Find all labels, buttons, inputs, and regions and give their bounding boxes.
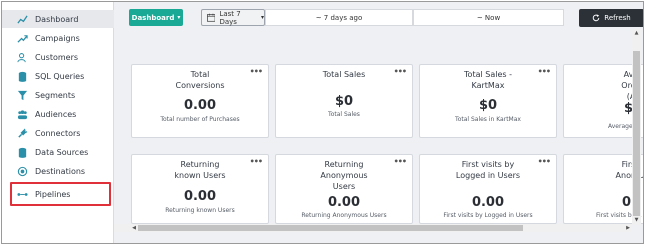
sidebar-item-label: Destinations — [35, 166, 86, 176]
sidebar-item-label: SQL Queries — [35, 71, 85, 81]
card-value: 0.00 — [183, 98, 217, 113]
refresh-icon — [593, 14, 600, 22]
kpi-card-total-sales-kartmax: ••• Total Sales - KartMax $0 Total Sales… — [419, 64, 557, 138]
group-icon — [16, 109, 29, 120]
sidebar-item-label: Connectors — [35, 128, 81, 138]
kpi-card-total-conversions: ••• Total Conversions 0.00 Total number … — [131, 64, 269, 138]
sidebar-item-label: Segments — [35, 90, 76, 100]
date-from-field[interactable]: ~ 7 days ago — [265, 9, 413, 26]
sidebar-item-connectors[interactable]: Connectors — [2, 124, 114, 142]
kpi-card-total-sales: ••• Total Sales $0 Total Sales — [275, 64, 413, 138]
kpi-card-returning-anonymous-users: ••• Returning Anonymous Users 0.00 Retur… — [275, 154, 413, 224]
vertical-scroll-thumb[interactable] — [633, 51, 640, 216]
scroll-right-icon[interactable]: ▶ — [624, 224, 632, 232]
card-title: First visits by Logged in Users — [455, 160, 521, 180]
dashboard-dropdown-button[interactable]: Dashboard ▾ — [129, 9, 183, 26]
scroll-left-icon[interactable]: ◀ — [130, 224, 138, 232]
caret-down-icon: ▾ — [177, 14, 181, 21]
sidebar-item-customers[interactable]: Customers — [2, 48, 114, 66]
pipelines-highlight-box — [10, 182, 111, 206]
card-value: 0.00 — [471, 195, 505, 210]
target-icon — [16, 166, 29, 177]
scroll-up-icon[interactable]: ▲ — [633, 30, 640, 37]
card-title: Total Conversions — [175, 70, 225, 90]
date-range-label: Last 7 Days — [219, 9, 241, 26]
card-value: $0 — [478, 98, 498, 113]
scroll-down-icon[interactable]: ▼ — [633, 217, 640, 224]
plug-icon — [16, 128, 29, 139]
refresh-label: Refresh — [604, 14, 631, 22]
kpi-card-first-visits-logged-in: ••• First visits by Logged in Users 0.00… — [419, 154, 557, 224]
trend-arrow-icon — [16, 33, 29, 44]
card-title: Total Sales — [322, 70, 366, 79]
refresh-button[interactable]: Refresh — [579, 9, 643, 27]
date-to-value: ~ Now — [476, 13, 501, 22]
database-icon — [16, 147, 29, 158]
sidebar-item-sql-queries[interactable]: SQL Queries — [2, 67, 114, 85]
horizontal-scroll-thumb[interactable] — [138, 225, 523, 231]
calendar-icon — [207, 13, 216, 22]
sidebar-item-campaigns[interactable]: Campaigns — [2, 29, 114, 47]
card-subtitle: Average — [608, 123, 633, 130]
card-subtitle: Total number of Purchases — [160, 116, 240, 123]
filter-icon — [16, 90, 29, 101]
sidebar-item-destinations[interactable]: Destinations — [2, 162, 114, 180]
card-subtitle: Total Sales — [328, 111, 360, 118]
date-to-field[interactable]: ~ Now — [413, 9, 564, 26]
date-from-value: ~ 7 days ago — [315, 13, 363, 22]
sidebar-item-segments[interactable]: Segments — [2, 86, 114, 104]
sidebar-item-label: Data Sources — [35, 147, 89, 157]
database-icon — [16, 71, 29, 82]
card-title: Returning Anonymous Users — [320, 160, 368, 191]
sidebar-item-audiences[interactable]: Audiences — [2, 105, 114, 123]
sidebar-item-label: Campaigns — [35, 33, 80, 43]
card-subtitle: Total Sales in KartMax — [455, 116, 521, 123]
kpi-card-returning-known-users: ••• Returning known Users 0.00 Returning… — [131, 154, 269, 224]
card-value: $0 — [334, 94, 354, 109]
card-title: Returning known Users — [174, 160, 226, 180]
sidebar: Dashboard Campaigns Customers SQL Querie… — [2, 2, 114, 243]
card-subtitle: Returning Anonymous Users — [301, 212, 387, 219]
card-title: Total Sales - KartMax — [464, 70, 512, 90]
users-icon — [16, 52, 29, 63]
vertical-scrollbar[interactable]: ▲ ▼ — [632, 29, 641, 225]
sidebar-item-data-sources[interactable]: Data Sources — [2, 143, 114, 161]
sidebar-item-label: Dashboard — [35, 14, 79, 24]
card-value: 0.00 — [327, 195, 361, 210]
sidebar-item-label: Audiences — [35, 109, 77, 119]
horizontal-scrollbar[interactable]: ◀ ▶ — [114, 224, 632, 232]
caret-down-icon: ▾ — [260, 14, 264, 21]
sidebar-item-label: Customers — [35, 52, 79, 62]
date-range-dropdown[interactable]: Last 7 Days ▾ — [201, 9, 265, 26]
card-value: 0.00 — [183, 189, 217, 204]
card-subtitle: First visits by Logged in Users — [443, 212, 533, 219]
line-chart-icon — [16, 14, 29, 25]
app-window: Dashboard Campaigns Customers SQL Querie… — [1, 1, 644, 244]
sidebar-item-dashboard[interactable]: Dashboard — [2, 10, 114, 28]
card-subtitle: Returning known Users — [165, 207, 235, 214]
dashboard-button-label: Dashboard — [131, 13, 175, 22]
